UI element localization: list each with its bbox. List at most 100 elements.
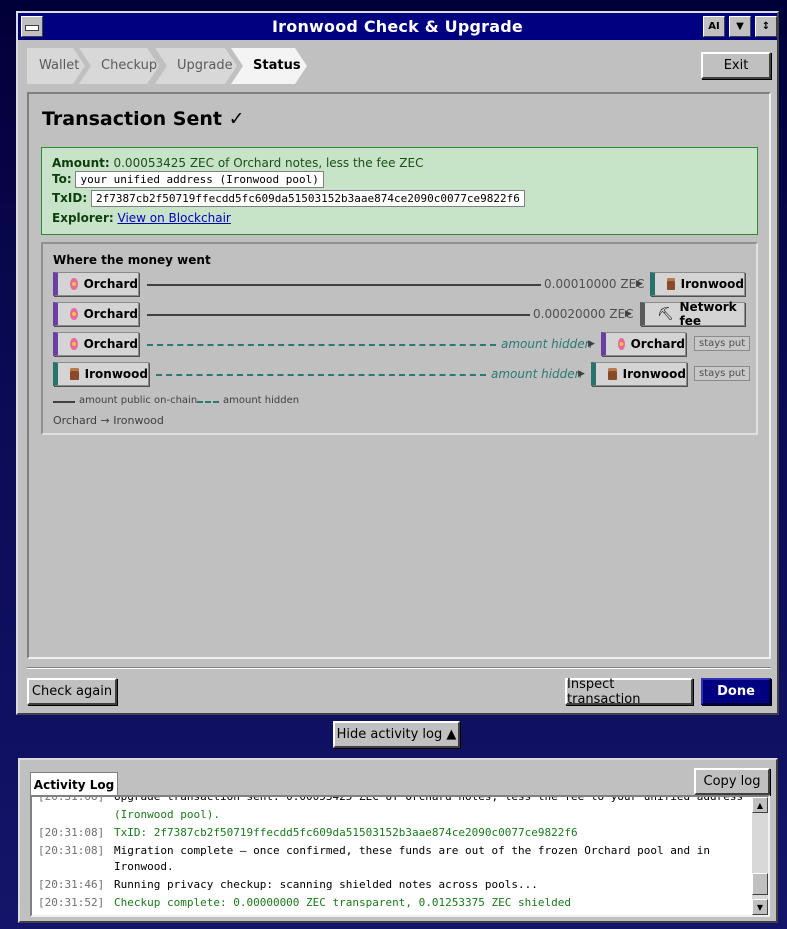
orchard-flower-icon — [70, 338, 78, 350]
public-flow-line — [147, 314, 530, 316]
legend-solid-swatch — [53, 401, 75, 403]
log-line: [20:31:52] Checkup complete: 0.00000000 Z… — [38, 895, 748, 911]
amount-value: 0.00053425 ZEC of Orchard notes, less th… — [113, 156, 424, 170]
arrow-right-icon: ▶ — [588, 339, 595, 349]
log-message: (Ironwood pool). — [114, 808, 220, 821]
log-line: [20:31:08] Upgrade transaction sent: 0.00… — [38, 795, 748, 805]
node-label: Ironwood — [84, 367, 148, 381]
flow-dest-ironwood: Ironwood — [650, 272, 745, 296]
blockchair-link[interactable]: View on Blockchair — [118, 211, 231, 225]
hidden-flow-line — [156, 374, 486, 376]
activity-log-panel: Activity Log Copy log [20:31:08] Upgrade … — [18, 758, 778, 923]
status-panel: Transaction Sent ✓ Amount: 0.00053425 ZE… — [27, 92, 771, 659]
stays-put-badge: stays put — [694, 336, 751, 351]
node-label: Orchard — [83, 277, 138, 291]
ironwood-stump-icon — [70, 368, 79, 380]
log-message: Running privacy checkup: scanning shield… — [114, 878, 538, 891]
copy-log-button[interactable]: Copy log — [694, 768, 770, 795]
arrow-right-icon: ▶ — [636, 279, 643, 289]
flow-title: Where the money went — [53, 253, 211, 267]
flow-amount-hidden: amount hidden — [501, 337, 593, 351]
legend-public: amount public on-chain — [79, 395, 198, 406]
log-timestamp: [20:31:08] — [38, 795, 105, 803]
arrow-right-icon: ▶ — [625, 309, 632, 319]
flow-source-ironwood: Ironwood — [53, 362, 149, 386]
log-message: Migration complete — once confirmed, the… — [114, 844, 711, 873]
txid-label: TxID: — [52, 191, 88, 205]
log-line: [20:31:08] Migration complete — once conf… — [38, 843, 748, 875]
scroll-down-icon[interactable]: ▼ — [752, 899, 768, 915]
txid-field[interactable]: 2f7387cb2f50719ffecdd5fc609da51503152b3a… — [90, 190, 525, 207]
pickaxe-icon: ⛏ — [657, 306, 674, 322]
toggle-log-button[interactable]: Hide activity log ▲ — [333, 721, 460, 748]
to-address-field[interactable]: your unified address (Ironwood pool) — [75, 171, 324, 188]
orchard-flower-icon — [618, 338, 625, 350]
crumb-status[interactable]: Status — [231, 48, 307, 84]
ironwood-stump-icon — [667, 278, 675, 290]
log-timestamp — [38, 807, 114, 823]
orchard-flower-icon — [70, 308, 78, 320]
log-message: Upgrade transaction sent: 0.00053425 ZEC… — [114, 795, 744, 803]
flow-dest-orchard: Orchard — [601, 332, 686, 356]
arrow-right-icon: ▶ — [578, 369, 585, 379]
done-button[interactable]: Done — [701, 678, 771, 705]
node-label: Network fee — [679, 300, 737, 328]
amount-label: Amount: — [52, 156, 110, 170]
window-title: Ironwood Check & Upgrade — [272, 17, 523, 36]
node-label: Orchard — [630, 337, 685, 351]
money-flow-panel: Where the money went Orchard 0.00010000 … — [41, 242, 758, 435]
flow-amount: 0.00010000 ZEC — [544, 277, 645, 291]
flow-summary: Orchard → Ironwood — [53, 414, 164, 427]
txid-row: TxID: 2f7387cb2f50719ffecdd5fc609da51503… — [52, 190, 525, 207]
scroll-up-icon[interactable]: ▲ — [752, 797, 768, 813]
title-bar: Ironwood Check & Upgrade AI ▼ ↕ — [18, 13, 777, 40]
log-timestamp: [20:31:08] — [38, 844, 105, 857]
crumb-upgrade[interactable]: Upgrade — [155, 48, 237, 84]
log-timestamp: [20:31:52] — [38, 896, 105, 909]
flow-source-orchard: Orchard — [53, 272, 139, 296]
main-window: Ironwood Check & Upgrade AI ▼ ↕ Wallet C… — [16, 11, 779, 715]
transaction-summary: Amount: 0.00053425 ZEC of Orchard notes,… — [41, 147, 758, 235]
exit-button[interactable]: Exit — [701, 52, 771, 79]
to-row: To: your unified address (Ironwood pool) — [52, 171, 324, 188]
log-lines: [20:31:08] Upgrade transaction sent: 0.00… — [38, 795, 748, 913]
to-label: To: — [52, 172, 72, 186]
stays-put-badge: stays put — [694, 366, 751, 381]
flow-source-orchard: Orchard — [53, 302, 139, 326]
log-message: Checkup complete: 0.00000000 ZEC transpa… — [114, 896, 571, 909]
resize-button[interactable]: ↕ — [755, 16, 777, 37]
ai-button[interactable]: AI — [703, 16, 725, 37]
hidden-flow-line — [147, 344, 496, 346]
log-line: [20:31:08] TxID: 2f7387cb2f50719ffecdd5fc… — [38, 825, 748, 841]
node-label: Ironwood — [680, 277, 744, 291]
public-flow-line — [147, 284, 541, 286]
scroll-thumb[interactable] — [752, 873, 768, 895]
ironwood-stump-icon — [608, 368, 617, 380]
flow-dest-network-fee: ⛏ Network fee — [640, 300, 745, 328]
explorer-row: Explorer: View on Blockchair — [52, 211, 231, 225]
flow-dest-ironwood: Ironwood — [591, 362, 687, 386]
inspect-transaction-button[interactable]: Inspect transaction — [565, 677, 693, 707]
legend-hidden: amount hidden — [223, 395, 300, 406]
explorer-label: Explorer: — [52, 211, 114, 225]
check-again-button[interactable]: Check again — [27, 678, 117, 705]
log-timestamp: [20:31:46] — [38, 878, 105, 891]
tab-activity-log[interactable]: Activity Log — [30, 772, 118, 796]
log-line: (Ironwood pool). — [38, 807, 748, 823]
log-output: [20:31:08] Upgrade transaction sent: 0.00… — [30, 795, 770, 917]
minimize-button[interactable]: ▼ — [729, 16, 751, 37]
log-scrollbar[interactable]: ▲ ▼ — [752, 797, 768, 915]
amount-row: Amount: 0.00053425 ZEC of Orchard notes,… — [52, 156, 423, 170]
log-timestamp: [20:31:08] — [38, 826, 105, 839]
orchard-flower-icon — [70, 278, 78, 290]
flow-amount: 0.00020000 ZEC — [533, 307, 634, 321]
footer-divider — [27, 667, 771, 669]
log-message: TxID: 2f7387cb2f50719ffecdd5fc609da51503… — [114, 826, 578, 839]
crumb-checkup[interactable]: Checkup — [79, 48, 159, 84]
page-title: Transaction Sent ✓ — [42, 108, 245, 130]
crumb-wallet[interactable]: Wallet — [27, 48, 85, 84]
flow-amount-hidden: amount hidden — [491, 367, 583, 381]
legend-dashed-swatch — [197, 401, 219, 403]
node-label: Orchard — [83, 307, 138, 321]
flow-source-orchard: Orchard — [53, 332, 139, 356]
